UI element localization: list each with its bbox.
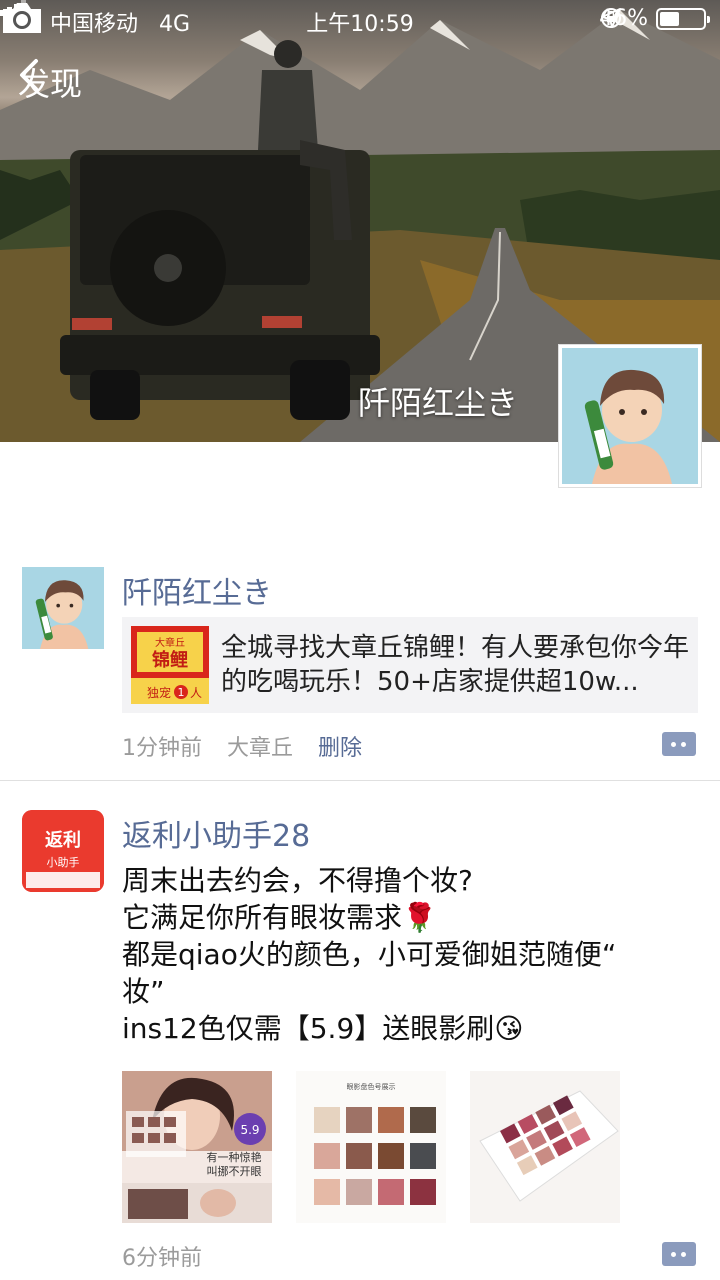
post-line: 周末出去约会，不得撸个妆? bbox=[122, 864, 473, 897]
status-bar: 中国移动 4G 上午10:59 46% bbox=[0, 0, 720, 40]
battery-icon bbox=[656, 7, 710, 30]
post-time: 1分钟前 bbox=[122, 736, 202, 761]
thumb-text-1: 大章丘 bbox=[155, 636, 185, 649]
thumb-text-2: 锦鲤 bbox=[152, 649, 188, 671]
post-line: 都是qiao火的颜色，小可爱御姐范随便“ bbox=[122, 938, 617, 971]
logo-text-1: 返利 bbox=[45, 829, 81, 851]
swatch-chart-title: 眼影盘色号展示 bbox=[347, 1082, 396, 1091]
cartoon-avatar-image bbox=[22, 567, 104, 649]
post-line: 它满足你所有眼妆需求🌹 bbox=[122, 901, 437, 934]
moments-page: 中国移动 4G 上午10:59 46% 发现 阡陌红尘き 阡陌红尘き 大章丘 锦… bbox=[0, 0, 720, 1280]
price-badge: 5.9 bbox=[240, 1123, 259, 1137]
post-meta: 1分钟前 大章丘 删除 bbox=[122, 730, 380, 762]
post-body: 周末出去约会，不得撸个妆? 它满足你所有眼妆需求🌹 都是qiao火的颜色，小可爱… bbox=[122, 862, 682, 1047]
profile-avatar[interactable] bbox=[558, 344, 702, 488]
post-time: 6分钟前 bbox=[122, 1246, 202, 1271]
eyeshadow-swatch-chart: 眼影盘色号展示 bbox=[296, 1071, 446, 1223]
profile-name: 阡陌红尘き bbox=[357, 384, 518, 422]
shared-link-card[interactable]: 大章丘 锦鲤 独宠 1 人 全城寻找大章丘锦鲤！有人要承包你今年的吃喝玩乐！50… bbox=[122, 617, 698, 713]
photo-caption-1: 有一种惊艳 bbox=[207, 1150, 262, 1164]
post-line: ins12色仅需【5.9】送眼影刷😘 bbox=[122, 1012, 524, 1045]
comment-button[interactable] bbox=[662, 732, 696, 756]
logo-text-2: 小助手 bbox=[47, 855, 80, 869]
chevron-left-icon bbox=[20, 59, 38, 91]
camera-icon[interactable] bbox=[0, 0, 44, 36]
post-location[interactable]: 大章丘 bbox=[227, 736, 293, 761]
post-photos: 5.9 有一种惊艳 叫挪不开眼 眼影盘色号展示 bbox=[122, 1071, 620, 1223]
post-photo-2[interactable]: 眼影盘色号展示 bbox=[296, 1071, 446, 1223]
thumb-text-4: 1 bbox=[178, 686, 185, 699]
delete-button[interactable]: 删除 bbox=[318, 736, 362, 761]
post-divider bbox=[0, 780, 720, 781]
rebate-app-logo: 返利 小助手 bbox=[22, 810, 104, 892]
photo-caption-2: 叫挪不开眼 bbox=[207, 1164, 262, 1178]
post-avatar[interactable]: 返利 小助手 bbox=[22, 810, 104, 892]
eyeshadow-palette-image bbox=[470, 1071, 620, 1223]
makeup-model-image: 5.9 有一种惊艳 叫挪不开眼 bbox=[122, 1071, 272, 1223]
post-author[interactable]: 返利小助手28 bbox=[122, 811, 310, 855]
post-avatar[interactable] bbox=[22, 567, 104, 649]
post-photo-1[interactable]: 5.9 有一种惊艳 叫挪不开眼 bbox=[122, 1071, 272, 1223]
comment-button[interactable] bbox=[662, 1242, 696, 1266]
post-line: 妆” bbox=[122, 975, 165, 1008]
cartoon-avatar-image bbox=[562, 348, 698, 484]
post-author[interactable]: 阡陌红尘き bbox=[122, 568, 272, 612]
location-icon bbox=[601, 8, 622, 28]
thumb-text-5: 人 bbox=[190, 686, 202, 700]
shared-link-title: 全城寻找大章丘锦鲤！有人要承包你今年的吃喝玩乐！50+店家提供超10w... bbox=[221, 633, 689, 697]
post-meta: 6分钟前 bbox=[122, 1240, 220, 1272]
post-photo-3[interactable] bbox=[470, 1071, 620, 1223]
thumb-text-3: 独宠 bbox=[147, 685, 171, 700]
koi-promo-image: 大章丘 锦鲤 独宠 1 人 bbox=[131, 626, 209, 704]
shared-link-thumbnail: 大章丘 锦鲤 独宠 1 人 bbox=[131, 626, 209, 704]
back-button[interactable]: 发现 bbox=[18, 58, 82, 106]
